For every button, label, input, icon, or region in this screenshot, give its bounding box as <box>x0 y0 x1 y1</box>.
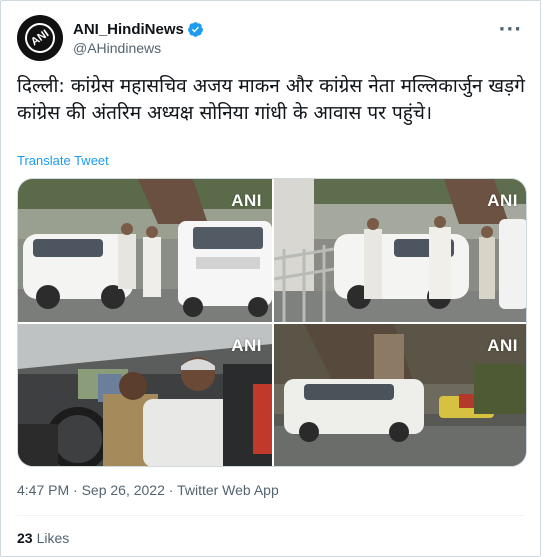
avatar[interactable]: ANI <box>17 15 63 61</box>
tweet-text: दिल्ली: कांग्रेस महासचिव अजय माकन और कां… <box>17 75 525 124</box>
tweet-header: ANI ANI_HindiNews @AHindinews <box>17 15 204 61</box>
ani-watermark: ANI <box>231 191 262 210</box>
ani-watermark: ANI <box>231 336 262 355</box>
photo-3[interactable]: ANI <box>18 324 272 466</box>
likes-count: 23 <box>17 530 33 546</box>
author-display-name-row[interactable]: ANI_HindiNews <box>73 21 204 38</box>
ani-watermark: ANI <box>487 336 518 355</box>
photo-1[interactable]: ANI <box>18 179 272 322</box>
media-grid: ANI ANI ANI ANI <box>17 178 527 467</box>
translate-tweet-link[interactable]: Translate Tweet <box>17 153 109 168</box>
photo-4[interactable]: ANI <box>274 324 526 466</box>
likes-count-link[interactable]: 23 Likes <box>17 530 69 546</box>
ani-watermark: ANI <box>487 191 518 210</box>
photo-2[interactable]: ANI <box>274 179 526 322</box>
tweet-timestamp[interactable]: 4:47 PM · Sep 26, 2022 · Twitter Web App <box>17 482 279 498</box>
likes-label: Likes <box>36 530 70 546</box>
verified-badge-icon <box>187 21 203 37</box>
author-names: ANI_HindiNews @AHindinews <box>73 21 204 56</box>
author-display-name[interactable]: ANI_HindiNews <box>73 21 184 38</box>
divider <box>17 515 524 516</box>
ani-logo-icon: ANI <box>19 17 61 59</box>
avatar-logo-text: ANI <box>28 27 52 49</box>
author-handle[interactable]: @AHindinews <box>73 40 204 56</box>
more-options-icon[interactable]: ··· <box>498 19 522 40</box>
tweet-card: ANI ANI_HindiNews @AHindinews ··· दिल्ली… <box>0 0 541 557</box>
